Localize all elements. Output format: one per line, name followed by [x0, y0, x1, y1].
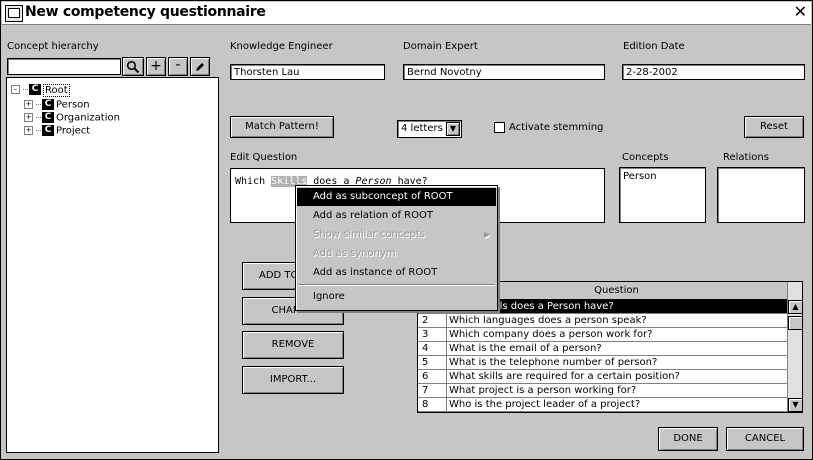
row-number: 6 [422, 371, 429, 382]
knowledge-engineer-field[interactable]: Thorsten Lau [230, 64, 385, 80]
menu-separator [298, 284, 495, 286]
scroll-down-icon[interactable]: ▼ [788, 398, 802, 412]
chevron-down-icon[interactable]: ▼ [446, 122, 460, 136]
menu-item-add-instance[interactable]: Add as instance of ROOT [297, 264, 496, 282]
tree-node-label: Person [56, 99, 90, 111]
done-button[interactable]: DONE [658, 427, 718, 451]
row-number: 7 [422, 385, 429, 396]
title-bar: New competency questionnaire ✕ [2, 2, 811, 25]
table-row[interactable]: 5 What is the telephone number of person? [418, 356, 787, 370]
table-scrollbar[interactable]: ▲ ▼ [787, 282, 802, 412]
row-question: What is the email of a person? [449, 343, 602, 354]
table-row[interactable]: 2 Which languages does a person speak? [418, 314, 787, 328]
window-app-icon [5, 5, 23, 22]
concepts-label: Concepts [622, 152, 669, 163]
questionnaire-window: New competency questionnaire ✕ Concept h… [0, 0, 813, 460]
expand-icon[interactable]: + [24, 113, 33, 122]
plus-icon: + [150, 58, 162, 74]
edit-concept-button[interactable] [190, 57, 210, 76]
table-row[interactable]: 3 Which company does a person work for? [418, 328, 787, 342]
row-question: What skills are required for a certain p… [449, 371, 680, 382]
pencil-icon [196, 63, 204, 71]
relations-label: Relations [723, 152, 769, 163]
expand-icon[interactable]: + [24, 100, 33, 109]
scroll-up-icon[interactable]: ▲ [788, 300, 802, 314]
scroll-thumb[interactable] [788, 316, 802, 330]
menu-item-show-similar[interactable]: Show similar concepts ▶ [297, 226, 496, 244]
submenu-arrow-icon: ▶ [483, 230, 490, 239]
reset-button[interactable]: Reset [744, 116, 804, 138]
menu-item-add-subconcept[interactable]: Add as subconcept of ROOT [297, 188, 496, 206]
close-icon[interactable]: ✕ [794, 3, 807, 21]
table-row[interactable]: 8 Who is the project leader of a project? [418, 398, 787, 412]
row-question: Who is the project leader of a project? [449, 399, 641, 410]
tree-node-organization[interactable]: + C Organization [24, 112, 120, 124]
expand-icon[interactable]: + [24, 126, 33, 135]
menu-item-add-synonym[interactable]: Add as synonym [297, 245, 496, 263]
edition-date-field[interactable]: 2-28-2002 [622, 64, 805, 80]
context-menu: Add as subconcept of ROOT Add as relatio… [295, 185, 498, 311]
import-button[interactable]: IMPORT... [242, 366, 344, 394]
row-number: 3 [422, 329, 429, 340]
add-concept-button[interactable]: + [146, 57, 166, 76]
remove-button[interactable]: REMOVE [242, 331, 344, 359]
menu-item-ignore[interactable]: Ignore [297, 288, 496, 306]
table-row[interactable]: 6 What skills are required for a certain … [418, 370, 787, 384]
letters-select-value: 4 letters [401, 123, 443, 134]
concept-tree[interactable]: – C Root + C Person + C Organization + C Project [6, 77, 219, 453]
row-question: What project is a person working for? [449, 385, 637, 396]
edit-question-label: Edit Question [230, 152, 298, 163]
concept-icon: C [42, 125, 54, 136]
knowledge-engineer-label: Knowledge Engineer [230, 41, 333, 52]
row-number: 4 [422, 343, 429, 354]
row-question: Which company does a person work for? [449, 329, 653, 340]
row-question: What is the telephone number of person? [449, 357, 658, 368]
collapse-icon[interactable]: – [11, 85, 20, 94]
question-text-part: Which [235, 176, 272, 187]
concept-icon: C [29, 84, 41, 95]
match-pattern-button[interactable]: Match Pattern! [230, 116, 334, 138]
search-button[interactable] [122, 57, 144, 76]
concepts-list[interactable]: Person [619, 167, 706, 223]
domain-expert-label: Domain Expert [403, 41, 478, 52]
menu-item-label: Show similar concepts [313, 229, 425, 240]
row-question: Which languages does a person speak? [449, 315, 647, 326]
edition-date-label: Edition Date [623, 41, 685, 52]
minus-icon: - [175, 57, 181, 73]
row-number: 5 [422, 357, 429, 368]
concept-icon: C [42, 99, 54, 110]
activate-stemming-label: Activate stemming [509, 122, 604, 133]
row-number: 2 [422, 315, 429, 326]
activate-stemming-checkbox[interactable] [494, 122, 505, 133]
row-number: 8 [422, 399, 429, 410]
magnifier-icon [126, 60, 140, 74]
tree-node-person[interactable]: + C Person [24, 99, 90, 111]
tree-node-label: Root [43, 83, 70, 97]
concept-hierarchy-label: Concept hierarchy [7, 41, 99, 52]
tree-node-label: Organization [56, 112, 120, 124]
cancel-button[interactable]: CANCEL [726, 427, 804, 451]
domain-expert-field[interactable]: Bernd Novotny [403, 64, 605, 80]
table-row[interactable]: 4 What is the email of a person? [418, 342, 787, 356]
concept-icon: C [42, 112, 54, 123]
tree-node-root[interactable]: – C Root [11, 83, 70, 97]
menu-item-add-relation[interactable]: Add as relation of ROOT [297, 207, 496, 225]
table-row[interactable]: 7 What project is a person working for? [418, 384, 787, 398]
relations-list[interactable] [717, 167, 805, 223]
concept-search-input[interactable] [7, 58, 121, 75]
tree-node-project[interactable]: + C Project [24, 125, 90, 137]
window-title: New competency questionnaire [25, 4, 266, 20]
tree-node-label: Project [56, 125, 91, 137]
letters-select[interactable]: 4 letters ▼ [397, 120, 462, 138]
remove-concept-button[interactable]: - [168, 57, 188, 76]
concepts-list-item[interactable]: Person [623, 171, 657, 182]
